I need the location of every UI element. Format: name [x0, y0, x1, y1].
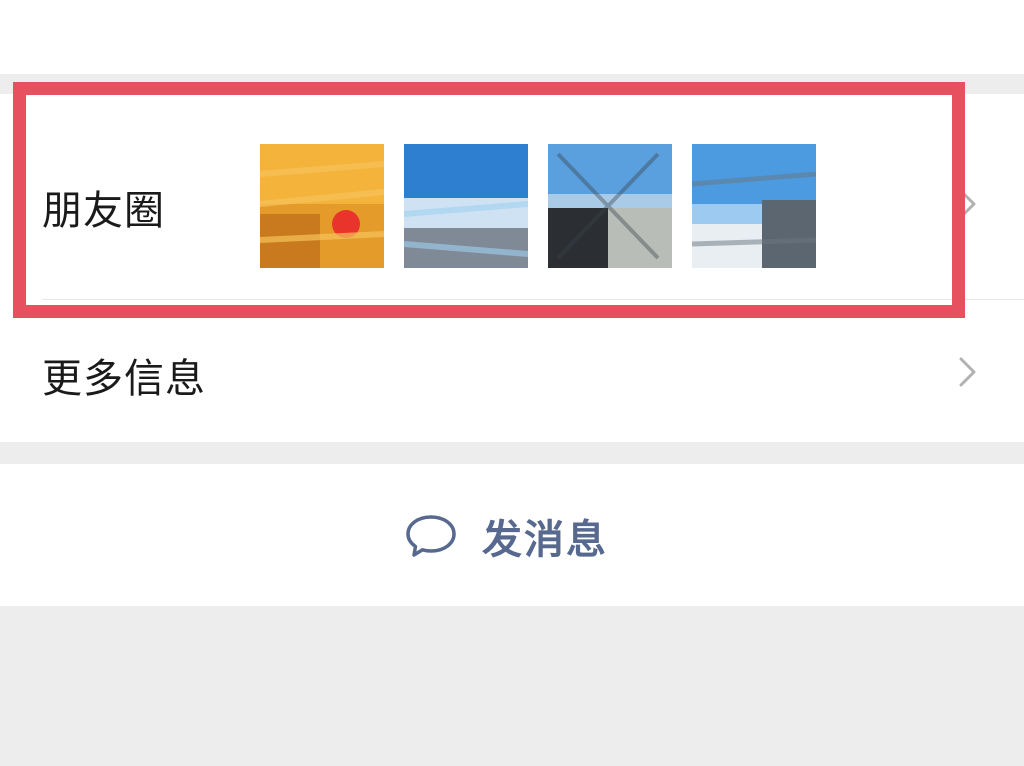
section-gap: [0, 442, 1024, 464]
moments-label: 朋友圈: [42, 188, 165, 234]
bottom-background: [0, 606, 1024, 766]
moments-photo-1: [260, 144, 384, 268]
send-message-button[interactable]: 发消息: [404, 508, 608, 564]
moments-photos[interactable]: [248, 130, 838, 290]
chat-bubble-icon: [406, 515, 456, 557]
chevron-right-icon: [959, 189, 976, 219]
moments-row[interactable]: 朋友圈: [0, 104, 1024, 300]
section-gap: [0, 74, 1024, 94]
profile-info-card: 朋友圈 更多信息: [0, 94, 1024, 442]
chevron-right-icon: [959, 357, 976, 387]
top-section: [0, 0, 1024, 74]
more-info-label: 更多信息: [42, 356, 206, 402]
moments-photo-2: [404, 144, 528, 268]
send-message-label: 发消息: [482, 517, 608, 563]
moments-photo-4: [692, 144, 816, 268]
moments-photo-3: [548, 144, 672, 268]
more-info-row[interactable]: 更多信息: [0, 300, 1024, 442]
send-message-card: 发消息: [0, 464, 1024, 606]
